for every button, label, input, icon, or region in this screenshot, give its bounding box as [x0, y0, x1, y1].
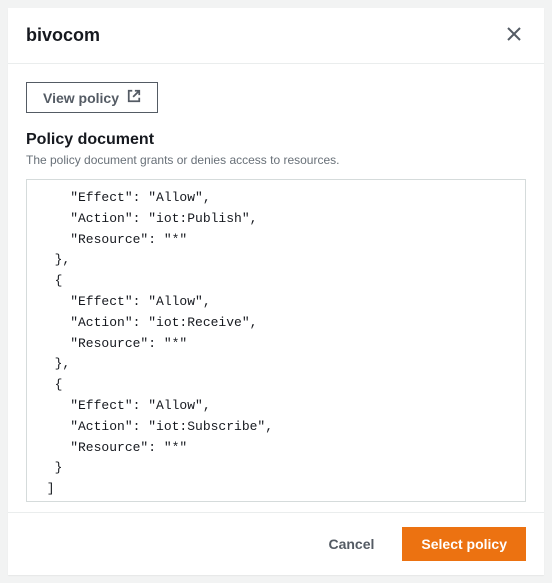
modal-header: bivocom [8, 8, 544, 64]
select-policy-button[interactable]: Select policy [402, 527, 526, 561]
policy-document-code[interactable]: "Effect": "Allow", "Action": "iot:Publis… [27, 180, 525, 501]
modal-footer: Cancel Select policy [8, 512, 544, 575]
external-link-icon [127, 89, 141, 106]
modal-title: bivocom [26, 25, 100, 46]
policy-document-container: "Effect": "Allow", "Action": "iot:Publis… [26, 179, 526, 502]
section-title: Policy document [26, 131, 526, 149]
view-policy-button[interactable]: View policy [26, 82, 158, 113]
policy-modal: bivocom View policy Policy document The … [8, 8, 544, 575]
view-policy-label: View policy [43, 90, 119, 106]
section-description: The policy document grants or denies acc… [26, 153, 526, 167]
modal-body: View policy Policy document The policy d… [8, 64, 544, 512]
cancel-button[interactable]: Cancel [310, 528, 392, 560]
close-icon [506, 26, 522, 45]
close-button[interactable] [502, 22, 526, 49]
